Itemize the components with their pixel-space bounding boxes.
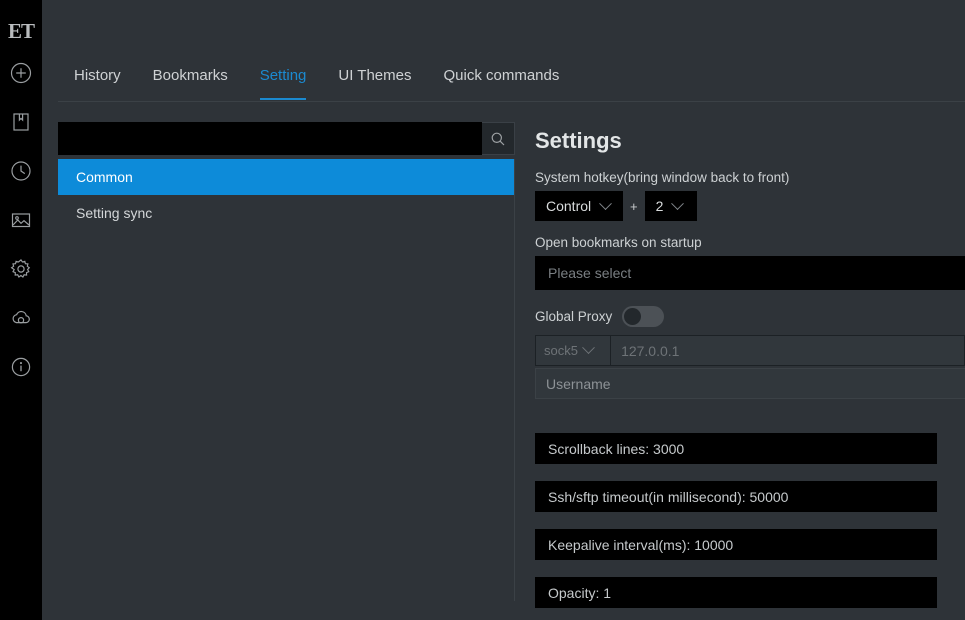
- settings-detail-panel: Settings System hotkey(bring window back…: [533, 122, 965, 620]
- scrollback-lines-input[interactable]: Scrollback lines: 3000: [535, 433, 937, 464]
- hotkey-plus-separator: +: [630, 199, 638, 214]
- ssh-sftp-timeout-input[interactable]: Ssh/sftp timeout(in millisecond): 50000: [535, 481, 937, 512]
- hotkey-key-select[interactable]: 2: [645, 191, 697, 221]
- left-icon-rail: ET: [0, 0, 42, 620]
- cloud-icon[interactable]: [0, 293, 42, 342]
- global-proxy-header: Global Proxy: [535, 306, 965, 327]
- plus-circle-icon[interactable]: [0, 48, 42, 97]
- main-tab-bar: History Bookmarks Setting UI Themes Quic…: [42, 56, 965, 102]
- keepalive-interval-input[interactable]: Keepalive interval(ms): 10000: [535, 529, 937, 560]
- hotkey-modifier-value: Control: [546, 198, 591, 214]
- chevron-down-icon: [672, 197, 685, 210]
- search-input[interactable]: [58, 122, 482, 155]
- app-logo: ET: [0, 14, 42, 48]
- hotkey-row: Control + 2: [535, 191, 965, 221]
- chevron-down-icon: [599, 197, 612, 210]
- proxy-username-input[interactable]: Username: [535, 368, 965, 399]
- search-icon[interactable]: [482, 122, 515, 155]
- panel-spacer: [533, 399, 965, 433]
- hotkey-label: System hotkey(bring window back to front…: [535, 170, 965, 185]
- proxy-address-row: sock5 127.0.0.1: [535, 335, 965, 366]
- tab-bar-divider: [58, 101, 965, 102]
- page-title: Settings: [535, 126, 965, 156]
- toggle-knob: [624, 308, 641, 325]
- proxy-protocol-select[interactable]: sock5: [535, 335, 611, 366]
- chevron-down-icon: [582, 341, 595, 354]
- bookmarks-startup-select[interactable]: Please select: [535, 256, 965, 290]
- tab-setting[interactable]: Setting: [244, 56, 323, 100]
- bookmark-icon[interactable]: [0, 97, 42, 146]
- global-proxy-label: Global Proxy: [535, 309, 612, 324]
- search-row: [58, 122, 515, 155]
- tab-history[interactable]: History: [58, 56, 137, 100]
- global-proxy-toggle[interactable]: [622, 306, 664, 327]
- proxy-host-input[interactable]: 127.0.0.1: [611, 335, 965, 366]
- clock-icon[interactable]: [0, 146, 42, 195]
- info-icon[interactable]: [0, 342, 42, 391]
- proxy-protocol-value: sock5: [544, 343, 578, 358]
- bookmarks-startup-label: Open bookmarks on startup: [535, 235, 965, 250]
- hotkey-modifier-select[interactable]: Control: [535, 191, 623, 221]
- app-window: ET: [0, 0, 965, 620]
- image-icon[interactable]: [0, 195, 42, 244]
- settings-list-pane: Common Setting sync: [58, 122, 515, 602]
- hotkey-key-value: 2: [656, 198, 664, 214]
- list-item-setting-sync[interactable]: Setting sync: [58, 195, 514, 231]
- settings-category-list: Common Setting sync: [58, 159, 515, 601]
- tab-quick-commands[interactable]: Quick commands: [428, 56, 576, 100]
- list-item-common[interactable]: Common: [58, 159, 514, 195]
- gear-icon[interactable]: [0, 244, 42, 293]
- opacity-input[interactable]: Opacity: 1: [535, 577, 937, 608]
- tab-ui-themes[interactable]: UI Themes: [322, 56, 427, 100]
- tab-bookmarks[interactable]: Bookmarks: [137, 56, 244, 100]
